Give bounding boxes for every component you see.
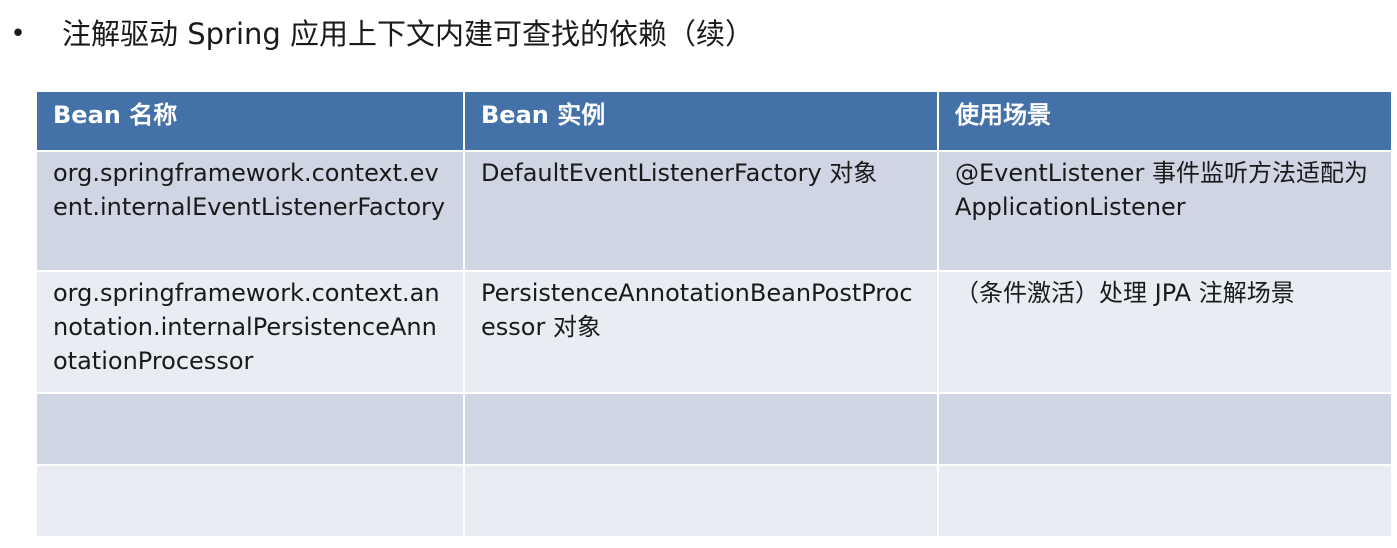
header-usage-scenario: 使用场景 bbox=[937, 90, 1393, 152]
table-header-row: Bean 名称 Bean 实例 使用场景 bbox=[35, 90, 1393, 152]
bean-name-cell bbox=[35, 392, 465, 466]
usage-scenario-cell: （条件激活）处理 JPA 注解场景 bbox=[937, 270, 1393, 394]
bean-name-cell bbox=[35, 464, 465, 538]
usage-scenario-cell bbox=[937, 464, 1393, 538]
bean-instance-cell: DefaultEventListenerFactory 对象 bbox=[463, 150, 939, 272]
table-row: org.springframework.context.annotation.i… bbox=[35, 270, 1393, 394]
bean-name-cell: org.springframework.context.event.intern… bbox=[35, 150, 465, 272]
header-bean-instance: Bean 实例 bbox=[463, 90, 939, 152]
bean-instance-cell: PersistenceAnnotationBeanPostProcessor 对… bbox=[463, 270, 939, 394]
bean-instance-cell bbox=[463, 464, 939, 538]
table-row bbox=[35, 392, 1393, 466]
dependency-table: Bean 名称 Bean 实例 使用场景 org.springframework… bbox=[35, 90, 1393, 538]
usage-scenario-cell: @EventListener 事件监听方法适配为 ApplicationList… bbox=[937, 150, 1393, 272]
table-row bbox=[35, 464, 1393, 538]
bean-instance-cell bbox=[463, 392, 939, 466]
bullet-icon: • bbox=[10, 19, 26, 49]
table-row: org.springframework.context.event.intern… bbox=[35, 150, 1393, 272]
header-bean-name: Bean 名称 bbox=[35, 90, 465, 152]
usage-scenario-cell bbox=[937, 392, 1393, 466]
page-title: 注解驱动 Spring 应用上下文内建可查找的依赖（续） bbox=[62, 17, 755, 51]
bean-name-cell: org.springframework.context.annotation.i… bbox=[35, 270, 465, 394]
